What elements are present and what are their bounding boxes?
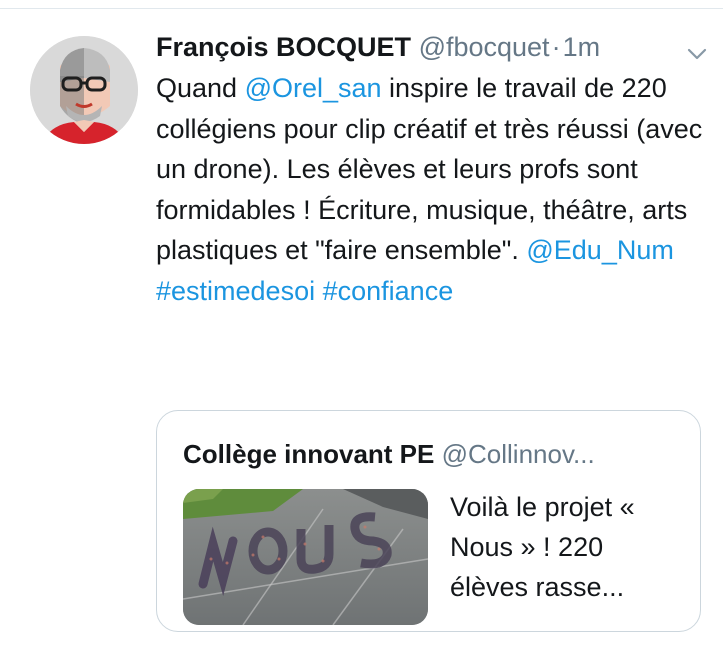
author-handle[interactable]: @fbocquet — [419, 32, 550, 62]
avatar[interactable] — [30, 36, 138, 144]
mention-orel-san[interactable]: @Orel_san — [245, 73, 382, 103]
divider — [0, 8, 723, 9]
quoted-tweet-text: Voilà le projet « Nous » ! 220 élèves ra… — [450, 492, 635, 602]
mention-edu-num[interactable]: @Edu_Num — [526, 235, 673, 265]
text-segment: Quand — [156, 73, 245, 103]
chevron-down-icon[interactable] — [685, 36, 709, 60]
quoted-author-handle: @Collinnov... — [441, 439, 595, 469]
text-segment — [315, 276, 323, 306]
quoted-author-name: Collège innovant PE — [183, 439, 435, 469]
quoted-tweet-header: Collège innovant PE @Collinnov... — [183, 435, 683, 473]
hashtag-estimedesoi[interactable]: #estimedesoi — [156, 276, 315, 306]
tweet-header: François BOCQUET @fbocquet·1m — [156, 26, 711, 68]
separator-dot: · — [551, 32, 561, 62]
quoted-media-thumbnail[interactable] — [183, 489, 428, 625]
timestamp[interactable]: 1m — [563, 32, 601, 62]
tweet-text: Quand @Orel_san inspire le travail de 22… — [156, 68, 706, 311]
quoted-tweet-card[interactable]: Collège innovant PE @Collinnov... Voilà … — [156, 410, 701, 632]
author-name[interactable]: François BOCQUET — [156, 32, 411, 62]
tweet[interactable]: François BOCQUET @fbocquet·1m Quand @Ore… — [156, 26, 711, 311]
hashtag-confiance[interactable]: #confiance — [323, 276, 454, 306]
